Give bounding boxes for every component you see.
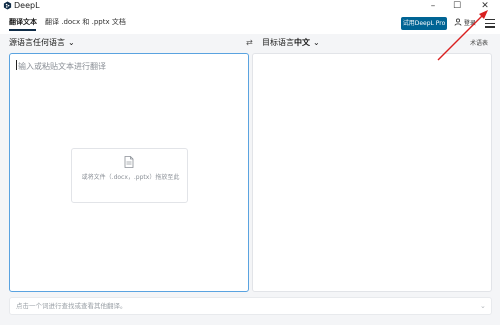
target-text-panel[interactable] [252, 53, 492, 292]
dictionary-bar[interactable]: 点击一个词进行查找或查看其他翻译。 ⌄ [9, 297, 492, 315]
document-icon [124, 156, 134, 168]
source-placeholder: 输入或粘贴文本进行翻译 [18, 62, 106, 71]
drop-zone-text: 或将文件（.docx，.pptx）拖放至此 [81, 174, 180, 181]
hamburger-menu-icon[interactable] [485, 19, 495, 28]
tab-translate-text[interactable]: 翻译文本 [9, 16, 37, 28]
file-drop-zone[interactable]: 或将文件（.docx，.pptx）拖放至此 [71, 148, 188, 203]
source-language-label: 源语言任何语言 [9, 38, 65, 47]
try-pro-button[interactable]: 试用DeepL Pro [401, 17, 447, 30]
maximize-button[interactable]: ☐ [447, 0, 467, 12]
active-tab-indicator [9, 29, 36, 31]
chevron-down-icon[interactable]: ⌄ [480, 300, 486, 312]
window-title: DeepL [14, 1, 40, 10]
language-bar: 源语言任何语言 ⌄ ⇄ 目标语言中文 ⌄ 术语表 [0, 34, 500, 52]
source-language-selector[interactable]: 源语言任何语言 ⌄ [9, 37, 75, 49]
text-caret [16, 60, 17, 70]
dictionary-hint: 点击一个词进行查找或查看其他翻译。 [16, 302, 127, 310]
target-language-prefix: 目标语言 [262, 38, 294, 47]
user-icon [454, 18, 462, 26]
source-text-input[interactable]: 输入或粘贴文本进行翻译 [16, 60, 106, 73]
tab-translate-documents[interactable]: 翻译 .docx 和 .pptx 文档 [45, 16, 126, 28]
target-language-value: 中文 [294, 38, 310, 47]
login-label: 登录 [463, 20, 476, 27]
deepl-logo-icon [3, 1, 12, 10]
chevron-down-icon: ⌄ [68, 38, 75, 47]
minimize-button[interactable]: – [423, 0, 443, 12]
chevron-down-icon: ⌄ [313, 38, 320, 47]
login-button[interactable]: 登录 [454, 17, 476, 30]
swap-languages-icon[interactable]: ⇄ [246, 37, 253, 49]
close-button[interactable]: ✕ [475, 0, 495, 12]
glossary-button[interactable]: 术语表 [470, 39, 488, 49]
source-text-panel[interactable]: 输入或粘贴文本进行翻译 或将文件（.docx，.pptx）拖放至此 [9, 53, 249, 292]
title-bar: DeepL – ☐ ✕ [0, 0, 500, 12]
target-language-selector[interactable]: 目标语言中文 ⌄ [262, 37, 320, 49]
